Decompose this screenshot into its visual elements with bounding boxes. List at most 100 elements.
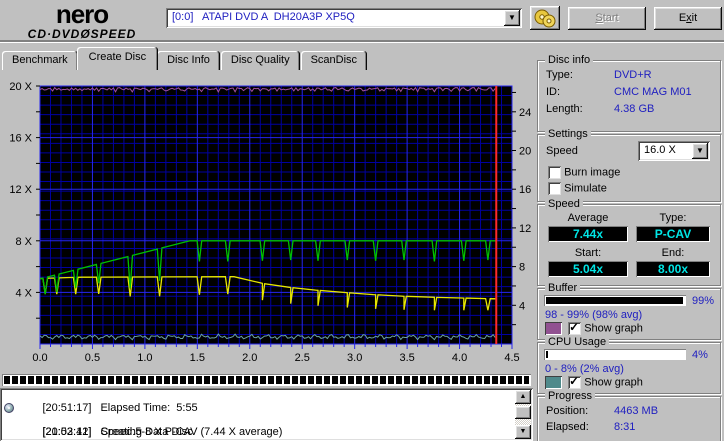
buffer-graph-option[interactable]: ✓ Show graph bbox=[545, 320, 643, 335]
buffer-groupbox: Buffer 99% 98 - 99% (98% avg) ✓ Show gra… bbox=[537, 282, 721, 340]
discs-icon bbox=[534, 9, 556, 28]
log-panel: [20:51:17] Elapsed Time: 5:55 [20:53:41] C… bbox=[0, 388, 533, 441]
cpu-color-swatch bbox=[545, 376, 562, 389]
cpu-show-graph-checkbox[interactable]: ✓ bbox=[568, 374, 582, 389]
drive-select-dropdown-button[interactable]: ▼ bbox=[504, 10, 520, 26]
chevron-down-icon: ▼ bbox=[508, 13, 516, 22]
tab-benchmark[interactable]: Benchmark bbox=[2, 51, 78, 70]
disc-id-label: ID: bbox=[546, 86, 561, 98]
buffer-level-fill bbox=[546, 297, 683, 304]
cpu-show-graph-label: Show graph bbox=[584, 376, 643, 389]
average-speed-display: 7.44x bbox=[548, 226, 628, 242]
svg-text:12 X: 12 X bbox=[9, 184, 32, 196]
start-speed-display: 5.04x bbox=[548, 261, 628, 277]
start-button[interactable]: Start bbox=[568, 7, 646, 30]
speed-type-display: P-CAV bbox=[636, 226, 710, 242]
disc-info-title: Disc info bbox=[545, 54, 594, 66]
buffer-title: Buffer bbox=[545, 282, 581, 294]
end-speed-label: End: bbox=[661, 247, 685, 259]
tab-create-disc[interactable]: Create Disc bbox=[76, 47, 159, 70]
cpu-graph-option[interactable]: ✓ Show graph bbox=[545, 374, 643, 389]
log-entry: [20:53:41] Creating Data Disc bbox=[2, 402, 515, 438]
disc-id-value: CMC MAG M01 bbox=[614, 86, 692, 98]
arrow-down-icon: ▼ bbox=[519, 428, 527, 435]
disc-type-label: Type: bbox=[546, 69, 573, 81]
burn-progress-strip-fill bbox=[4, 376, 529, 384]
burn-image-checkbox[interactable]: ✓ bbox=[548, 166, 561, 179]
simulate-checkbox[interactable]: ✓ bbox=[548, 182, 561, 195]
logo-nero-text: nero bbox=[55, 0, 109, 29]
svg-text:1.5: 1.5 bbox=[190, 352, 205, 364]
elapsed-value: 8:31 bbox=[614, 421, 636, 433]
speed-select-dropdown-button[interactable]: ▼ bbox=[692, 143, 708, 159]
buffer-show-graph-label: Show graph bbox=[584, 322, 643, 335]
scroll-up-button[interactable]: ▲ bbox=[515, 390, 531, 404]
svg-text:2.0: 2.0 bbox=[242, 352, 257, 364]
svg-text:16 X: 16 X bbox=[9, 133, 32, 145]
disc-status-icon bbox=[4, 403, 14, 413]
progress-title: Progress bbox=[545, 390, 596, 402]
speed-select-combobox[interactable]: 16.0 X ▼ bbox=[638, 141, 710, 161]
progress-groupbox: Progress Position: 4463 MB Elapsed: 8:31 bbox=[537, 390, 721, 441]
cpu-percent: 4% bbox=[692, 349, 708, 361]
checkmark-icon: ✓ bbox=[569, 374, 580, 388]
settings-title: Settings bbox=[545, 128, 591, 140]
log-text: Elapsed Time: 8:31 bbox=[100, 438, 197, 439]
buffer-range-text: 98 - 99% (98% avg) bbox=[545, 309, 643, 321]
buffer-percent: 99% bbox=[692, 295, 715, 307]
exit-button[interactable]: Exit bbox=[654, 7, 722, 30]
svg-text:8: 8 bbox=[519, 262, 525, 274]
simulate-label: Simulate bbox=[564, 182, 607, 195]
disc-tool-button[interactable] bbox=[530, 6, 560, 30]
logo-cddvdspeed-text: CD·DVDØSPEED bbox=[27, 27, 137, 41]
drive-select-combobox[interactable]: [0:0] ATAPI DVD A DH20A3P XP5Q ▼ bbox=[166, 8, 522, 28]
svg-text:8 X: 8 X bbox=[15, 236, 32, 248]
speed-type-label: Type: bbox=[659, 212, 687, 224]
burn-image-label: Burn image bbox=[564, 166, 621, 179]
svg-text:4.5: 4.5 bbox=[504, 352, 519, 364]
checkmark-icon: ✓ bbox=[569, 320, 580, 334]
disc-info-groupbox: Disc info Type: DVD+R ID: CMC MAG M01 Le… bbox=[537, 54, 721, 132]
speed-select-value: 16.0 X bbox=[644, 144, 676, 156]
speed-setting-label: Speed bbox=[546, 145, 578, 157]
cpu-range-text: 0 - 8% (2% avg) bbox=[545, 363, 624, 375]
app-logo: nero CD·DVDØSPEED bbox=[6, 1, 158, 40]
scroll-thumb[interactable] bbox=[515, 406, 531, 419]
log-entry: [21:02:12] Speed:5-8 X P-CAV (7.44 X aver… bbox=[2, 414, 515, 438]
average-speed-label: Average bbox=[567, 212, 609, 224]
disc-length-value: 4.38 GB bbox=[614, 103, 655, 115]
svg-text:3.5: 3.5 bbox=[399, 352, 414, 364]
disc-length-label: Length: bbox=[546, 103, 583, 115]
tab-disc-info[interactable]: Disc Info bbox=[157, 51, 220, 70]
svg-text:4.0: 4.0 bbox=[452, 352, 467, 364]
speed-title: Speed bbox=[545, 198, 583, 210]
cpu-title: CPU Usage bbox=[545, 336, 610, 348]
tab-bar: Benchmark Create Disc Disc Info Disc Qua… bbox=[2, 47, 368, 70]
burn-image-option[interactable]: ✓ Burn image bbox=[548, 166, 620, 179]
speed-groupbox: Speed Average Type: 7.44x P-CAV Start: E… bbox=[537, 198, 721, 286]
cpu-usage-bar bbox=[544, 349, 686, 360]
svg-text:3.0: 3.0 bbox=[347, 352, 362, 364]
svg-text:20 X: 20 X bbox=[9, 81, 32, 93]
end-speed-display: 8.00x bbox=[636, 261, 710, 277]
start-speed-label: Start: bbox=[574, 247, 602, 259]
simulate-option[interactable]: ✓ Simulate bbox=[548, 182, 607, 195]
svg-text:12: 12 bbox=[519, 223, 531, 235]
drive-select-value: [0:0] ATAPI DVD A DH20A3P XP5Q bbox=[172, 11, 355, 23]
log-time: [21:02:12] bbox=[42, 438, 100, 439]
position-value: 4463 MB bbox=[614, 405, 659, 417]
svg-text:4: 4 bbox=[519, 300, 525, 312]
svg-text:20: 20 bbox=[519, 146, 531, 158]
scroll-down-button[interactable]: ▼ bbox=[515, 425, 531, 439]
tab-disc-quality[interactable]: Disc Quality bbox=[220, 51, 300, 70]
burn-progress-strip bbox=[2, 374, 531, 386]
position-label: Position: bbox=[546, 405, 589, 417]
tab-scandisc[interactable]: ScanDisc bbox=[300, 51, 368, 70]
buffer-color-swatch bbox=[545, 322, 562, 335]
svg-text:0.5: 0.5 bbox=[85, 352, 100, 364]
buffer-level-bar bbox=[544, 295, 686, 306]
log-scrollbar[interactable]: ▲ ▼ bbox=[515, 390, 531, 439]
buffer-show-graph-checkbox[interactable]: ✓ bbox=[568, 320, 582, 335]
arrow-up-icon: ▲ bbox=[519, 393, 527, 400]
svg-text:1.0: 1.0 bbox=[137, 352, 152, 364]
